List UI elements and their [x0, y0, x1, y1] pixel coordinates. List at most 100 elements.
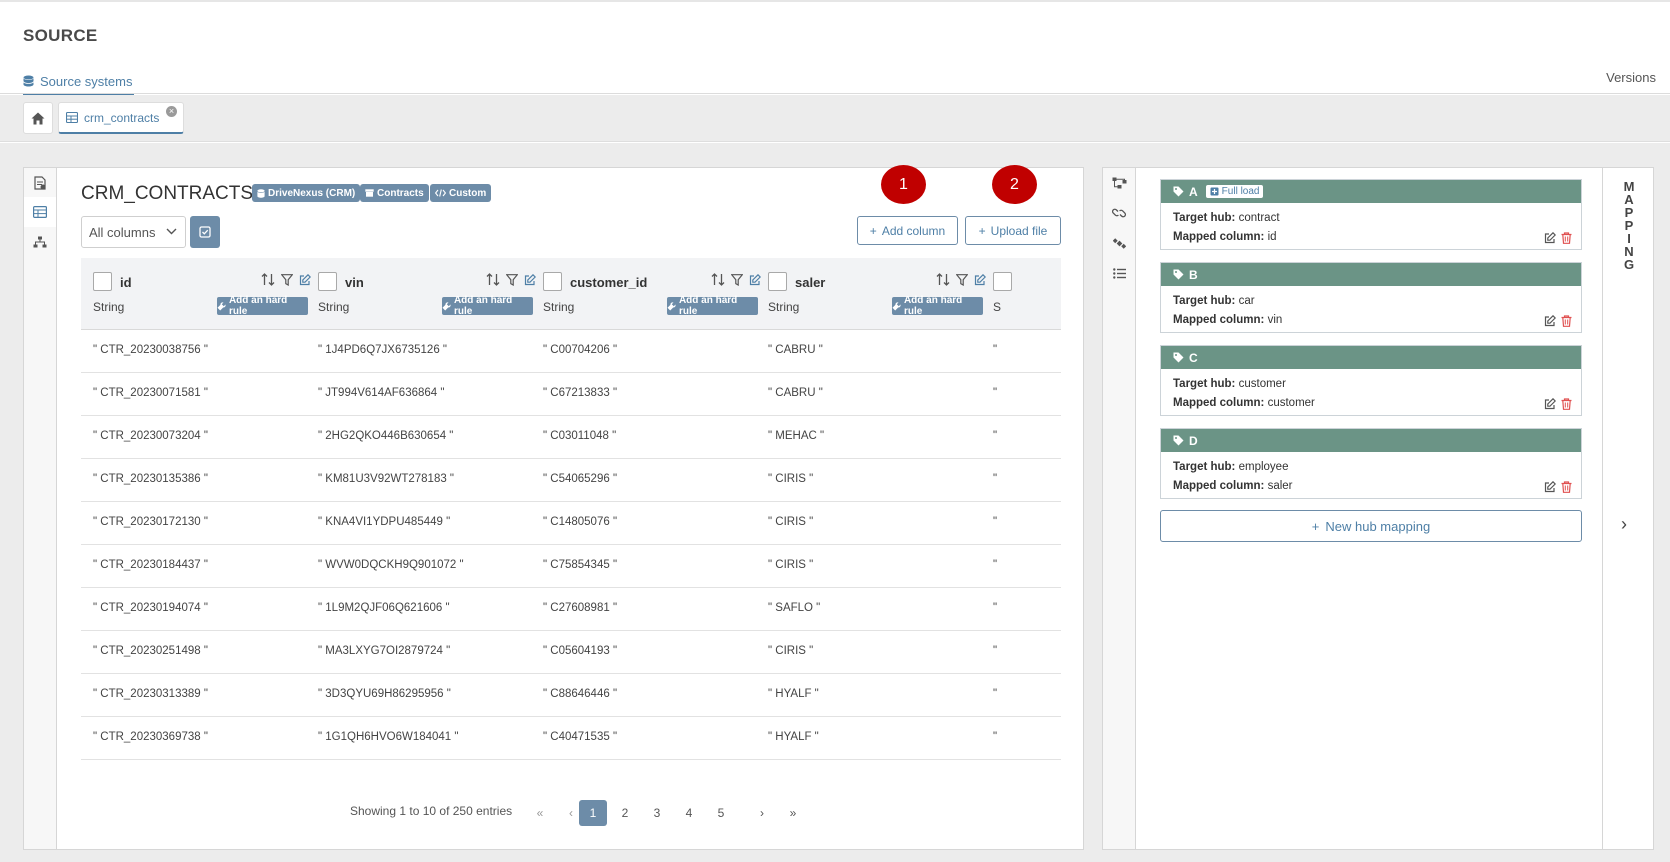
hub-mapping-actions — [1544, 481, 1572, 493]
mapping-vertical-label: MAPPING — [1621, 180, 1637, 271]
pagination-page-2[interactable]: 2 — [611, 800, 639, 826]
filter-icon[interactable] — [281, 273, 293, 286]
sort-icon[interactable] — [486, 273, 500, 286]
add-hard-rule-button[interactable]: Add an hard rule — [667, 295, 758, 317]
table-cell: " HYALF " — [768, 731, 819, 743]
table-cell-partial: " — [993, 688, 998, 700]
add-hard-rule-button[interactable]: Add an hard rule — [217, 295, 308, 317]
hub-mapping-header: C — [1161, 346, 1581, 369]
edit-icon[interactable] — [1544, 398, 1556, 410]
grid-header: id String Add an hard rule vin String Add an … — [81, 258, 1061, 330]
table-cell: " C03011048 " — [543, 430, 617, 442]
pagination-first-button[interactable]: « — [526, 800, 554, 826]
hub-mapping-actions — [1544, 398, 1572, 410]
sort-icon[interactable] — [711, 273, 725, 286]
tab-source-systems[interactable]: Source systems — [23, 68, 135, 96]
badge-category: Contracts — [360, 184, 429, 202]
table-panel-rail — [24, 168, 57, 849]
plus-icon: + — [978, 223, 986, 238]
table-row: " CTR_20230369738 " " 1G1QH6HVO6W184041 "… — [81, 717, 1061, 760]
table-cell: " CTR_20230038756 " — [93, 344, 208, 356]
table-row: " CTR_20230073204 " " 2HG2QKO446B630654 "… — [81, 416, 1061, 459]
table-row: " CTR_20230251498 " " MA3LXYG7OI2879724 "… — [81, 631, 1061, 674]
filter-icon[interactable] — [731, 273, 743, 286]
tab-crm-contracts[interactable]: crm_contracts × — [58, 102, 184, 134]
filter-icon[interactable] — [506, 273, 518, 286]
versions-link[interactable]: Versions — [1606, 70, 1656, 85]
trash-icon[interactable] — [1561, 232, 1572, 244]
edit-icon[interactable] — [1544, 232, 1556, 244]
wrench-icon — [217, 301, 226, 310]
filter-icon[interactable] — [956, 273, 968, 286]
columns-filter-select[interactable]: All columns — [81, 216, 186, 248]
table-row: " CTR_20230313389 " " 3D3QYU69H86295956 "… — [81, 674, 1061, 717]
table-cell-partial: " — [993, 516, 998, 528]
pagination-next-button[interactable]: › — [748, 800, 776, 826]
new-hub-mapping-button[interactable]: + New hub mapping — [1160, 510, 1582, 542]
table-row: " CTR_20230184437 " " WVW0DQCKH9Q901072 "… — [81, 545, 1061, 588]
target-hub-line: Target hub: employee — [1173, 461, 1288, 473]
column-select-checkbox[interactable] — [993, 272, 1012, 291]
trash-icon[interactable] — [1561, 315, 1572, 327]
pagination-page-3[interactable]: 3 — [643, 800, 671, 826]
table-cell: " SAFLO " — [768, 602, 821, 614]
table-cell-partial: " — [993, 387, 998, 399]
badge-label: DriveNexus (CRM) — [268, 187, 356, 199]
table-cell: " CTR_20230172130 " — [93, 516, 208, 528]
chevron-right-icon[interactable]: › — [1621, 514, 1627, 535]
add-hard-rule-button[interactable]: Add an hard rule — [442, 295, 533, 317]
trash-icon[interactable] — [1561, 398, 1572, 410]
column-select-checkbox[interactable] — [543, 272, 562, 291]
rail-satellites-button[interactable] — [1103, 228, 1135, 258]
add-hard-rule-label: Add an hard rule — [228, 295, 288, 317]
add-hard-rule-button[interactable]: Add an hard rule — [892, 295, 983, 317]
column-select-checkbox[interactable] — [318, 272, 337, 291]
sort-icon[interactable] — [936, 273, 950, 286]
edit-icon[interactable] — [1544, 481, 1556, 493]
badge-label: Contracts — [377, 187, 424, 199]
close-tab-icon[interactable]: × — [166, 106, 177, 117]
page-header: SOURCE Source systems Versions — [0, 2, 1670, 96]
table-icon — [32, 206, 47, 218]
mapping-side-tab[interactable]: MAPPING › — [1602, 168, 1653, 849]
trash-icon[interactable] — [1561, 481, 1572, 493]
table-cell: " CTR_20230071581 " — [93, 387, 208, 399]
rail-table-button[interactable] — [24, 197, 56, 227]
source-systems-label: Source systems — [40, 73, 133, 89]
table-cell: " CTR_20230369738 " — [93, 731, 208, 743]
rail-info-button[interactable] — [24, 168, 56, 198]
wrench-icon — [442, 301, 451, 310]
add-hard-rule-label: Add an hard rule — [453, 295, 513, 317]
column-select-checkbox[interactable] — [93, 272, 112, 291]
column-name: id — [120, 275, 132, 290]
hub-letter: A — [1189, 184, 1198, 199]
rail-list-button[interactable] — [1103, 258, 1135, 288]
pagination-page-5[interactable]: 5 — [707, 800, 735, 826]
plus-icon: + — [1311, 518, 1320, 534]
rail-hubs-button[interactable] — [1103, 168, 1135, 198]
sort-icon[interactable] — [261, 273, 275, 286]
add-column-button[interactable]: + Add column — [857, 216, 958, 245]
hub-mapping-card-b: B Target hub: car Mapped column: vin — [1160, 262, 1582, 333]
pagination-page-4[interactable]: 4 — [675, 800, 703, 826]
archive-icon — [365, 189, 374, 197]
table-cell: " MA3LXYG7OI2879724 " — [318, 645, 451, 657]
plus-square-icon — [1210, 187, 1219, 196]
rail-links-button[interactable] — [1103, 198, 1135, 228]
mapping-rail — [1103, 168, 1136, 849]
pagination-last-button[interactable]: » — [779, 800, 807, 826]
pagination-page-1[interactable]: 1 — [579, 800, 607, 826]
rail-diagram-button[interactable] — [24, 227, 56, 257]
column-header-partial: S — [981, 258, 1061, 330]
column-select-checkbox[interactable] — [768, 272, 787, 291]
database-icon — [23, 75, 34, 87]
select-all-columns-button[interactable] — [190, 216, 220, 248]
add-hard-rule-label: Add an hard rule — [903, 295, 963, 317]
hub-mapping-header: D — [1161, 429, 1581, 452]
table-cell-partial: " — [993, 430, 998, 442]
edit-icon[interactable] — [1544, 315, 1556, 327]
new-hub-mapping-label: New hub mapping — [1325, 518, 1431, 534]
home-tab[interactable] — [23, 102, 53, 134]
full-load-label: Full load — [1221, 186, 1260, 197]
upload-file-button[interactable]: + Upload file — [965, 216, 1061, 245]
